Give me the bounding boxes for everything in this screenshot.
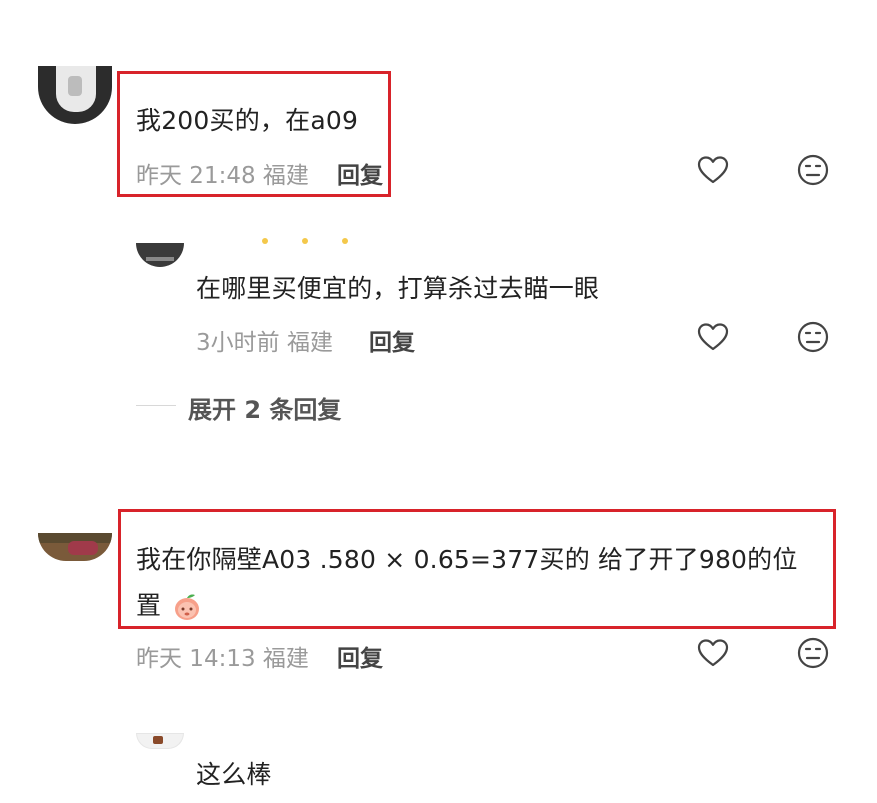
- heart-outline-icon[interactable]: [696, 320, 730, 354]
- avatar[interactable]: [38, 533, 112, 561]
- heart-outline-icon[interactable]: [696, 153, 730, 187]
- meh-face-icon[interactable]: [796, 153, 830, 187]
- avatar[interactable]: [38, 66, 112, 124]
- highlight-box: [117, 71, 391, 197]
- reply-button[interactable]: 回复: [337, 639, 383, 673]
- heart-outline-icon[interactable]: [696, 636, 730, 670]
- comment-time: 昨天 14:13: [136, 646, 256, 672]
- meh-face-icon[interactable]: [796, 320, 830, 354]
- reply-text: 这么棒: [196, 760, 272, 789]
- highlight-box: [118, 509, 836, 629]
- comment-meta: 昨天 14:13 福建: [136, 639, 309, 673]
- comment-time: 3小时前: [196, 330, 280, 356]
- decorative-dots: [262, 238, 352, 246]
- comment-location: 福建: [286, 330, 333, 356]
- avatar[interactable]: [136, 243, 184, 267]
- comment-meta: 3小时前 福建: [196, 323, 333, 357]
- avatar[interactable]: [136, 733, 184, 749]
- expand-replies-button[interactable]: 展开 2 条回复: [188, 390, 341, 425]
- divider: [136, 405, 176, 406]
- comment-location: 福建: [262, 646, 309, 672]
- reply-button[interactable]: 回复: [369, 323, 415, 357]
- reply-text: 在哪里买便宜的，打算杀过去瞄一眼: [196, 274, 600, 303]
- meh-face-icon[interactable]: [796, 636, 830, 670]
